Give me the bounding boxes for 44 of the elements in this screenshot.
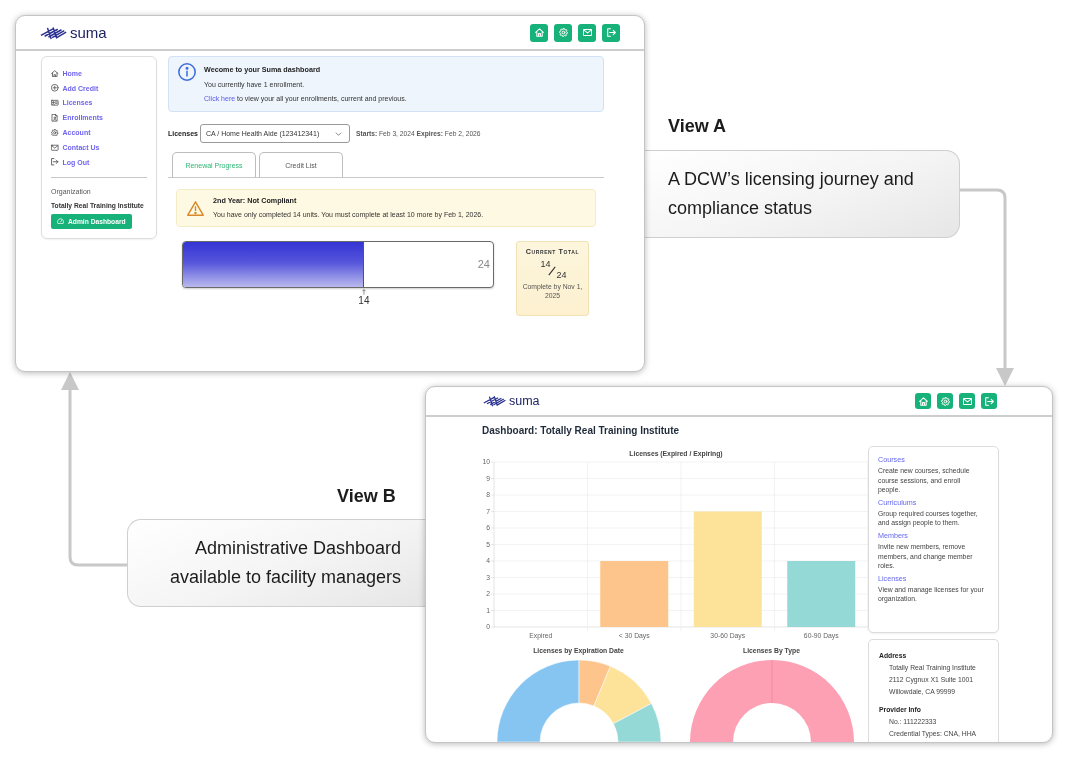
callout-text: Administrative Dashboard available to facility managers: [168, 537, 401, 589]
chart-bar: [787, 561, 856, 627]
total-numerator: 14: [540, 259, 551, 269]
home-button[interactable]: [915, 393, 931, 409]
logout-icon: [606, 28, 616, 37]
gauge-icon: [57, 218, 64, 225]
slash-icon: [547, 266, 556, 276]
mail-button[interactable]: [578, 23, 596, 42]
id-card-icon: [51, 99, 59, 107]
info-icon: [178, 63, 196, 81]
logo-text: suma: [70, 25, 107, 40]
logo-icon: [40, 25, 68, 40]
chart-bar: [600, 561, 669, 627]
document-icon: [51, 114, 59, 122]
up-arrow-icon: [361, 289, 367, 295]
logout-icon: [984, 396, 994, 406]
view-heading: View B: [337, 485, 396, 507]
chevron-down-icon: [334, 131, 342, 136]
gear-icon: [558, 28, 568, 37]
home-icon: [51, 69, 59, 78]
logo-icon: [483, 395, 507, 407]
logo-text: suma: [509, 394, 540, 408]
warning-icon: [187, 200, 204, 216]
home-button[interactable]: [530, 23, 548, 42]
envelope-icon: [962, 396, 972, 406]
callout-text: A DCW’s licensing journey and compliance status: [668, 168, 915, 220]
envelope-icon: [51, 143, 59, 152]
gear-icon: [940, 396, 950, 406]
logout-button[interactable]: [981, 393, 997, 409]
gear-icon: [51, 128, 59, 137]
settings-button[interactable]: [937, 393, 953, 409]
envelope-icon: [582, 28, 592, 37]
view-heading: View A: [668, 115, 727, 137]
settings-button[interactable]: [554, 23, 572, 42]
logout-button[interactable]: [602, 23, 620, 42]
total-denominator: 24: [556, 270, 567, 280]
page-title: Dashboard: Totally Real Training Institute: [482, 424, 681, 438]
logout-icon: [51, 158, 59, 166]
home-icon: [534, 28, 544, 37]
mail-button[interactable]: [959, 393, 975, 409]
plus-circle-icon: [51, 84, 59, 92]
progress-max: 24: [477, 258, 490, 270]
home-icon: [918, 396, 928, 406]
progress-value: 14: [358, 295, 370, 307]
